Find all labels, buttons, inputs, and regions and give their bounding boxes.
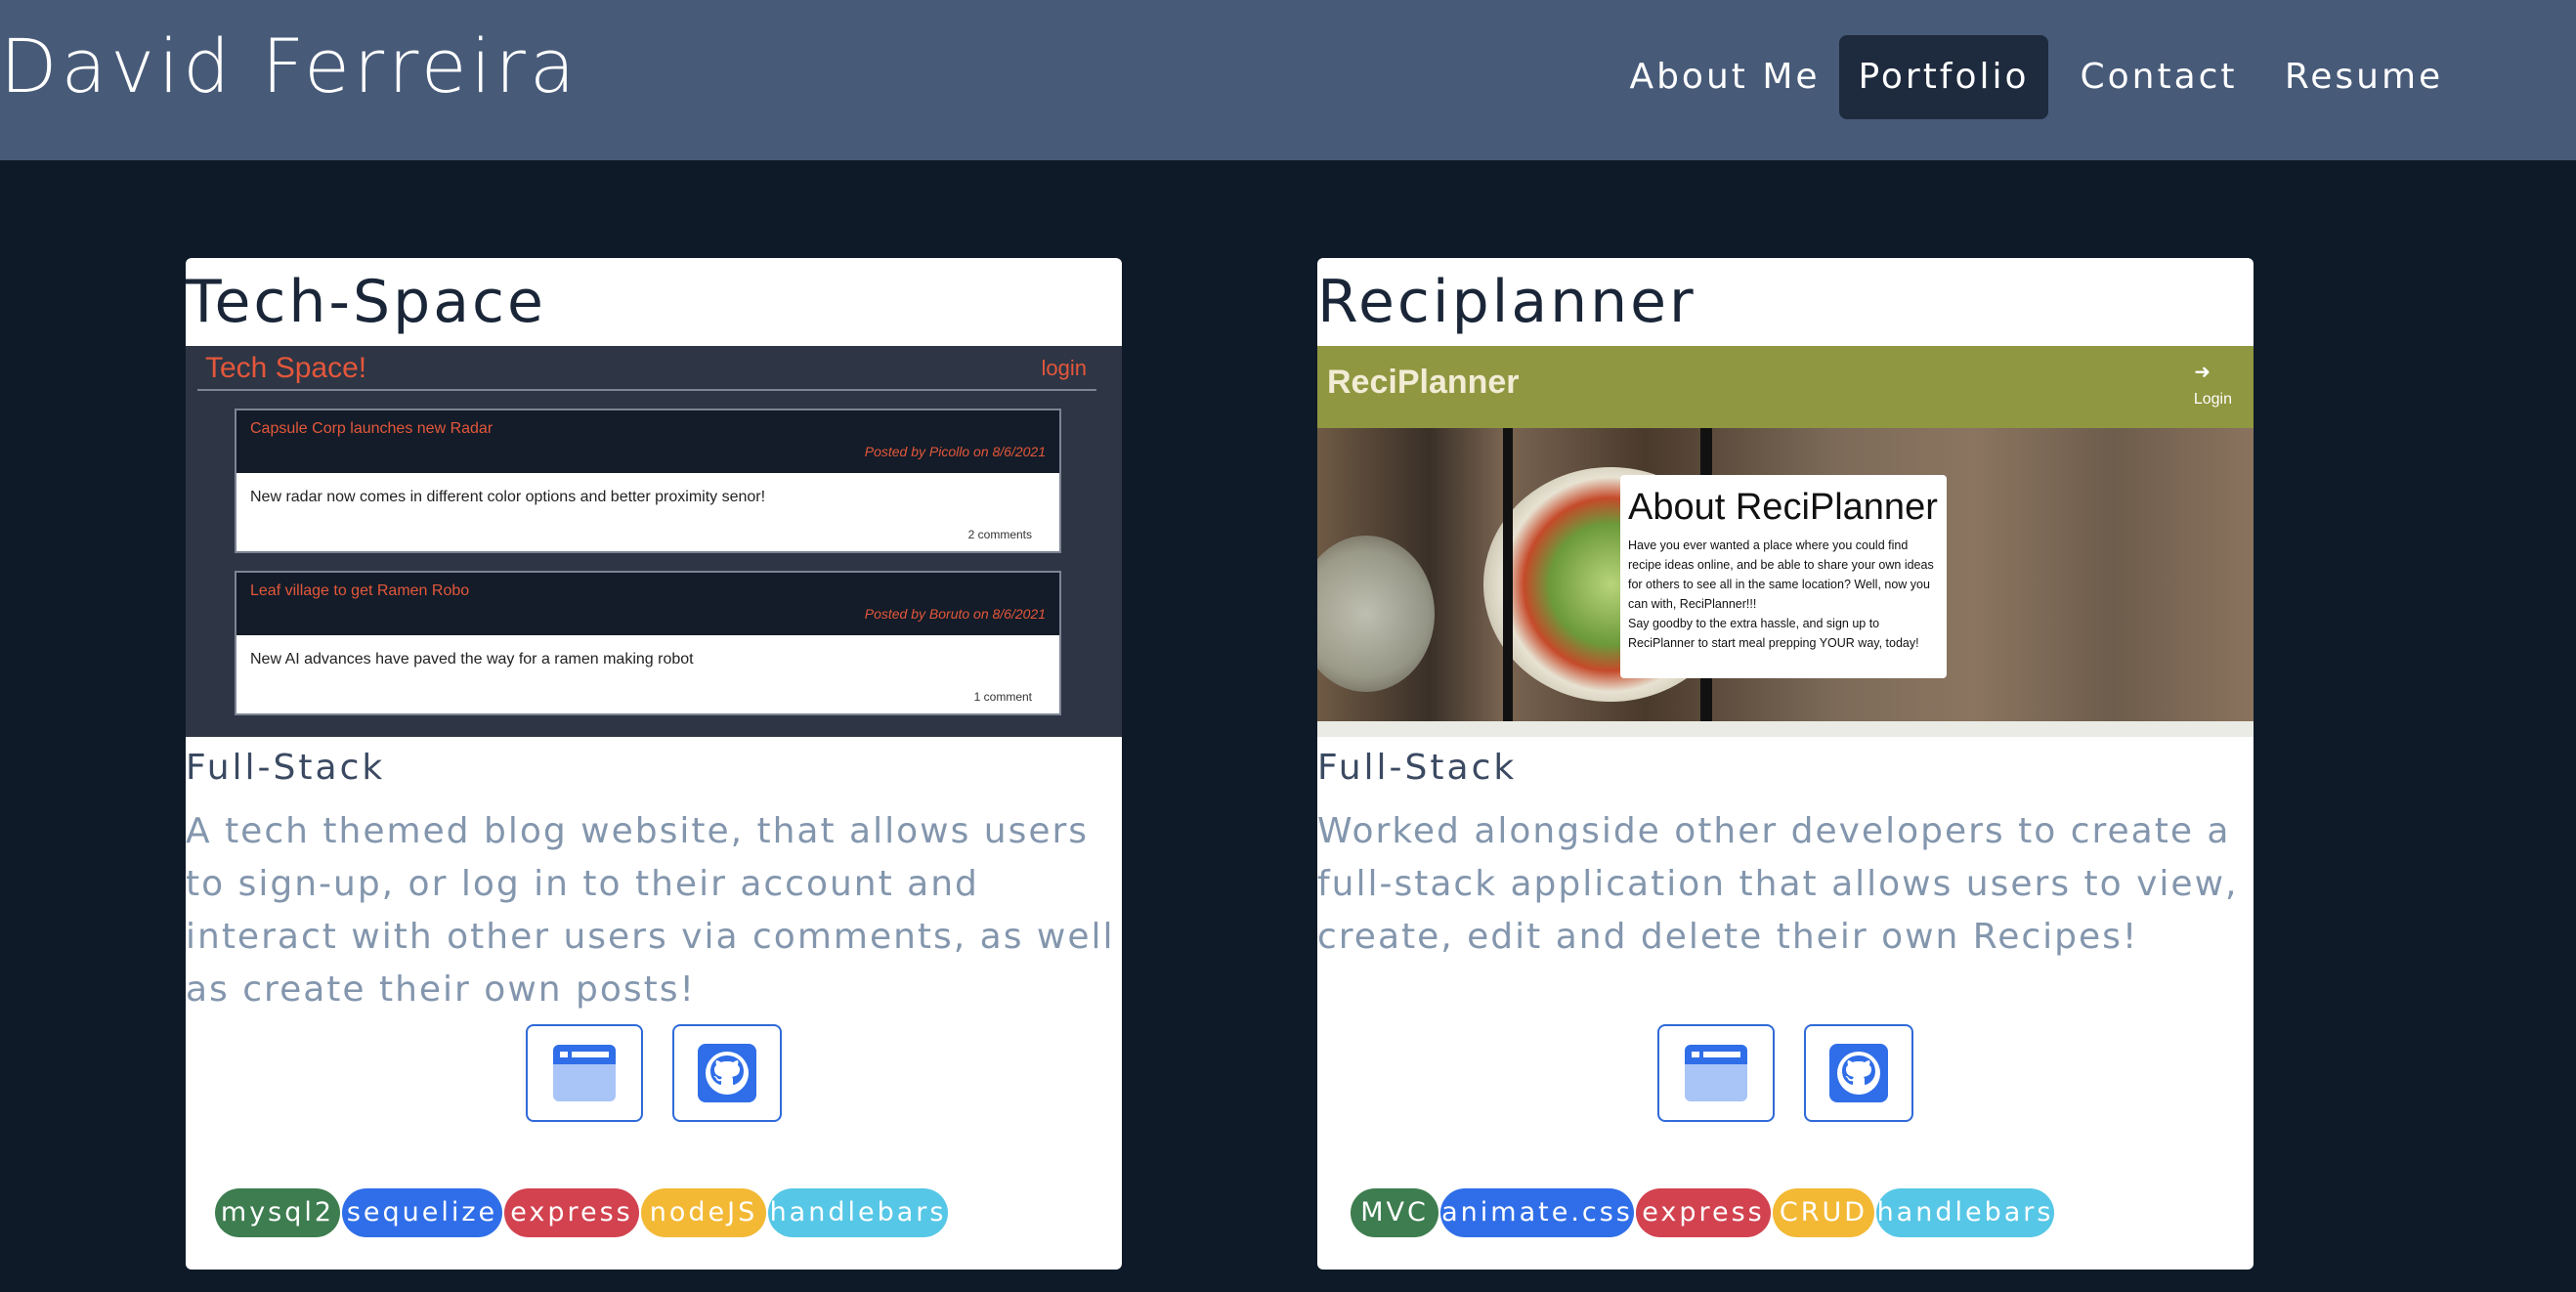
live-site-button[interactable] <box>1657 1024 1775 1122</box>
login-arrow-icon: ➜ <box>2194 360 2211 383</box>
project-card-reciplanner: Reciplanner ReciPlanner ➜ Login About Re… <box>1317 258 2254 1270</box>
site-header: David Ferreira About Me Portfolio Contac… <box>0 0 2576 160</box>
github-icon <box>698 1044 756 1102</box>
tag-badge: mysql2 <box>215 1188 340 1237</box>
tag-badge: sequelize <box>342 1188 502 1237</box>
nav-portfolio[interactable]: Portfolio <box>1839 35 2048 119</box>
browser-window-icon <box>553 1045 616 1101</box>
nav-contact[interactable]: Contact <box>2064 35 2254 119</box>
preview-post-meta: Posted by Boruto on 8/6/2021 <box>864 606 1046 622</box>
preview-post-title: Capsule Corp launches new Radar <box>250 420 494 437</box>
preview-about-box: About ReciPlanner Have you ever wanted a… <box>1620 475 1947 678</box>
preview-post-comments: 1 comment <box>973 690 1032 704</box>
tag-badge: nodeJS <box>641 1188 766 1237</box>
github-repo-button[interactable] <box>1804 1024 1913 1122</box>
project-subtitle: Full-Stack <box>186 748 386 788</box>
project-description: A tech themed blog website, that allows … <box>186 811 1115 1010</box>
preview-about-text: Have you ever wanted a place where you c… <box>1628 538 1934 650</box>
tag-badge: express <box>504 1188 639 1237</box>
tag-badge: handlebars <box>768 1188 948 1237</box>
preview-post-body: New AI advances have paved the way for a… <box>250 651 694 668</box>
github-icon <box>1829 1044 1888 1102</box>
preview-logo: ReciPlanner <box>1327 364 1520 401</box>
preview-post: Capsule Corp launches new Radar Posted b… <box>235 409 1061 553</box>
project-title: Reciplanner <box>1317 268 1696 336</box>
nav-resume[interactable]: Resume <box>2267 35 2461 119</box>
tag-badge: handlebars <box>1876 1188 2054 1237</box>
tag-badge: animate.css <box>1440 1188 1634 1237</box>
browser-window-icon <box>1685 1045 1747 1101</box>
preview-site-title: Tech Space! <box>205 352 367 384</box>
github-repo-button[interactable] <box>672 1024 782 1122</box>
project-subtitle: Full-Stack <box>1317 748 1518 788</box>
preview-post: Leaf village to get Ramen Robo Posted by… <box>235 571 1061 715</box>
preview-post-meta: Posted by Picollo on 8/6/2021 <box>864 444 1046 459</box>
preview-post-comments: 2 comments <box>967 528 1032 541</box>
project-screenshot: Tech Space! login Capsule Corp launches … <box>186 346 1122 737</box>
project-description: Worked alongside other developers to cre… <box>1317 811 2239 957</box>
preview-post-title: Leaf village to get Ramen Robo <box>250 582 470 599</box>
nav-about-me[interactable]: About Me <box>1624 35 1825 119</box>
preview-divider <box>197 389 1096 391</box>
project-title: Tech-Space <box>186 268 546 336</box>
preview-login-link: login <box>1041 356 1087 380</box>
tag-badge: CRUD <box>1773 1188 1874 1237</box>
project-screenshot: ReciPlanner ➜ Login About ReciPlanner Ha… <box>1317 346 2254 737</box>
preview-login-link: Login <box>2193 391 2232 408</box>
preview-post-body: New radar now comes in different color o… <box>250 489 766 505</box>
preview-about-title: About ReciPlanner <box>1628 487 1938 528</box>
tag-badge: express <box>1636 1188 1771 1237</box>
live-site-button[interactable] <box>526 1024 643 1122</box>
project-card-tech-space: Tech-Space Tech Space! login Capsule Cor… <box>186 258 1122 1270</box>
tag-badge: MVC <box>1351 1188 1438 1237</box>
brand-name[interactable]: David Ferreira <box>0 18 579 115</box>
